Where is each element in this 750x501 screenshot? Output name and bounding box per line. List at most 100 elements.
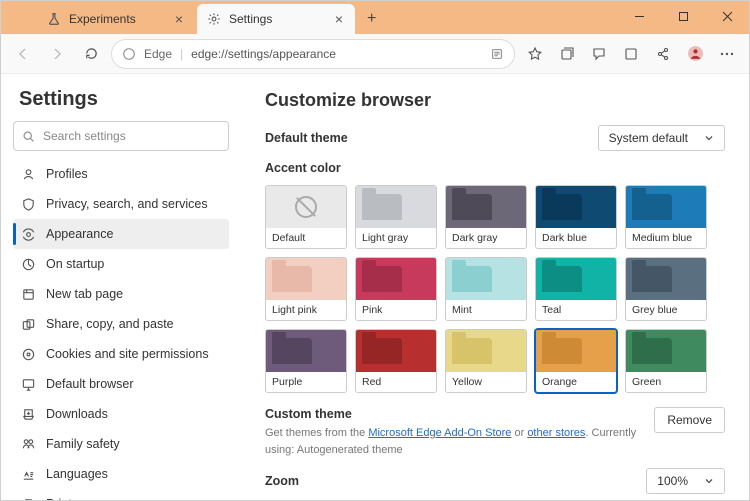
swatch-medium-blue[interactable]: Medium blue <box>625 185 707 249</box>
nav-label: Share, copy, and paste <box>46 317 174 331</box>
swatch-label: Dark gray <box>446 228 526 248</box>
swatch-grey-blue[interactable]: Grey blue <box>625 257 707 321</box>
sidebar-item-appearance[interactable]: Appearance <box>13 219 229 249</box>
theme-dropdown[interactable]: System default <box>598 125 725 151</box>
swatch-light-gray[interactable]: Light gray <box>355 185 437 249</box>
sidebar-item-printers[interactable]: Printers <box>13 489 229 500</box>
no-color-icon <box>295 196 317 218</box>
sidebar-item-default-browser[interactable]: Default browser <box>13 369 229 399</box>
sidebar-item-share-copy-and-paste[interactable]: Share, copy, and paste <box>13 309 229 339</box>
address-url: edge://settings/appearance <box>191 47 482 61</box>
tab-close-icon[interactable]: × <box>333 11 345 27</box>
swatch-label: Green <box>626 372 706 392</box>
share-icon[interactable] <box>649 40 677 68</box>
nav-icon <box>21 287 36 302</box>
zoom-label: Zoom <box>265 474 299 488</box>
swatch-teal[interactable]: Teal <box>535 257 617 321</box>
sidebar-item-on-startup[interactable]: On startup <box>13 249 229 279</box>
nav-icon <box>21 377 36 392</box>
sidebar: Settings Search settings Profiles Privacy… <box>1 74 241 500</box>
tab-experiments[interactable]: Experiments × <box>37 4 195 34</box>
nav-label: Profiles <box>46 167 88 181</box>
nav-icon <box>21 227 36 242</box>
zoom-dropdown[interactable]: 100% <box>646 468 725 494</box>
nav-label: Cookies and site permissions <box>46 347 209 361</box>
tab-close-icon[interactable]: × <box>173 11 185 27</box>
swatch-label: Yellow <box>446 372 526 392</box>
swatch-default[interactable]: Default <box>265 185 347 249</box>
nav-icon <box>21 197 36 212</box>
nav-label: Default browser <box>46 377 134 391</box>
swatch-label: Red <box>356 372 436 392</box>
toolbar: Edge | edge://settings/appearance <box>1 34 749 74</box>
theme-label: Default theme <box>265 131 348 145</box>
swatch-light-pink[interactable]: Light pink <box>265 257 347 321</box>
swatch-dark-blue[interactable]: Dark blue <box>535 185 617 249</box>
sidebar-item-cookies-and-site-permissions[interactable]: Cookies and site permissions <box>13 339 229 369</box>
sidebar-title: Settings <box>13 88 229 111</box>
favorites-icon[interactable] <box>521 40 549 68</box>
feedback-icon[interactable] <box>585 40 613 68</box>
nav-label: Privacy, search, and services <box>46 197 208 211</box>
swatch-purple[interactable]: Purple <box>265 329 347 393</box>
nav-icon <box>21 437 36 452</box>
collections-icon[interactable] <box>553 40 581 68</box>
swatch-label: Pink <box>356 300 436 320</box>
window-minimize[interactable] <box>617 1 661 31</box>
reader-icon[interactable] <box>490 47 504 61</box>
sidebar-item-languages[interactable]: Languages <box>13 459 229 489</box>
address-prefix: Edge <box>144 47 172 61</box>
nav-label: Family safety <box>46 437 120 451</box>
swatch-label: Orange <box>536 372 616 392</box>
swatch-label: Grey blue <box>626 300 706 320</box>
swatch-label: Teal <box>536 300 616 320</box>
custom-theme-text: Get themes from the Microsoft Edge Add-O… <box>265 425 642 458</box>
sidebar-item-downloads[interactable]: Downloads <box>13 399 229 429</box>
accent-label: Accent color <box>265 161 341 175</box>
nav-icon <box>21 497 36 501</box>
nav-icon <box>21 317 36 332</box>
sidebar-item-privacy-search-and-services[interactable]: Privacy, search, and services <box>13 189 229 219</box>
window-maximize[interactable] <box>661 1 705 31</box>
swatch-mint[interactable]: Mint <box>445 257 527 321</box>
new-tab-button[interactable]: + <box>357 4 386 34</box>
swatch-yellow[interactable]: Yellow <box>445 329 527 393</box>
address-bar[interactable]: Edge | edge://settings/appearance <box>111 39 515 69</box>
gear-icon <box>207 12 221 26</box>
tab-label: Experiments <box>69 12 136 26</box>
nav-label: New tab page <box>46 287 123 301</box>
menu-icon[interactable] <box>713 40 741 68</box>
sidebar-item-profiles[interactable]: Profiles <box>13 159 229 189</box>
search-icon <box>22 130 35 143</box>
swatch-pink[interactable]: Pink <box>355 257 437 321</box>
swatch-label: Default <box>266 228 346 248</box>
chevron-down-icon <box>704 476 714 486</box>
nav-label: On startup <box>46 257 104 271</box>
profile-icon[interactable] <box>681 40 709 68</box>
swatch-orange[interactable]: Orange <box>535 329 617 393</box>
swatch-green[interactable]: Green <box>625 329 707 393</box>
swatch-label: Mint <box>446 300 526 320</box>
chevron-down-icon <box>704 133 714 143</box>
addon-store-link[interactable]: Microsoft Edge Add-On Store <box>368 427 511 439</box>
nav-label: Downloads <box>46 407 108 421</box>
back-button[interactable] <box>9 40 37 68</box>
swatch-red[interactable]: Red <box>355 329 437 393</box>
remove-button[interactable]: Remove <box>654 407 725 433</box>
nav-label: Printers <box>46 497 89 500</box>
window-close[interactable] <box>705 1 749 31</box>
swatch-label: Purple <box>266 372 346 392</box>
tab-settings[interactable]: Settings × <box>197 4 355 34</box>
main-panel: Customize browser Default theme System d… <box>241 74 749 500</box>
other-stores-link[interactable]: other stores <box>527 427 585 439</box>
nav-icon <box>21 467 36 482</box>
nav-label: Appearance <box>46 227 113 241</box>
sidebar-item-family-safety[interactable]: Family safety <box>13 429 229 459</box>
swatch-label: Medium blue <box>626 228 706 248</box>
extension-icon-1[interactable] <box>617 40 645 68</box>
sidebar-item-new-tab-page[interactable]: New tab page <box>13 279 229 309</box>
refresh-button[interactable] <box>77 40 105 68</box>
swatch-dark-gray[interactable]: Dark gray <box>445 185 527 249</box>
search-input[interactable]: Search settings <box>13 121 229 151</box>
forward-button[interactable] <box>43 40 71 68</box>
